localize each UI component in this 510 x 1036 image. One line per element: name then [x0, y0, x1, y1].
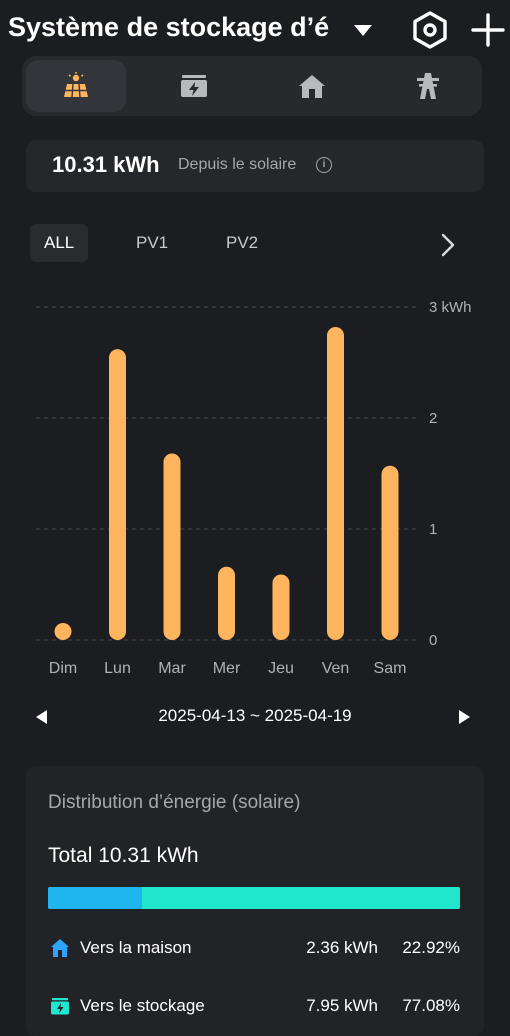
home-share-segment — [48, 887, 143, 909]
row-kwh: 7.95 kWh — [306, 996, 378, 1015]
row-percent: 77.08% — [402, 996, 460, 1015]
x-tick-label: Ven — [322, 660, 350, 677]
row-to-storage: Vers le stockage 7.95 kWh 77.08% — [48, 992, 460, 1020]
system-title[interactable]: Système de stockage d’é — [8, 12, 348, 43]
distribution-bar — [48, 887, 460, 909]
tab-home[interactable] — [262, 60, 362, 112]
tab-storage[interactable] — [144, 60, 244, 112]
y-tick-label: 0 — [429, 632, 437, 649]
info-icon[interactable]: i — [316, 157, 332, 173]
pv-filter-tabs: ALL PV1 PV2 — [26, 224, 486, 264]
plus-icon[interactable] — [470, 12, 506, 48]
x-tick-label: Mer — [213, 660, 241, 677]
solar-bar-chart: 0 1 2 3 kWh Dim Lun Mar Mer Jeu Ven Sam — [36, 299, 472, 677]
row-label: Vers le stockage — [80, 996, 205, 1015]
bar-sam[interactable] — [381, 465, 399, 640]
battery-icon — [51, 998, 69, 1015]
tab-solar[interactable] — [26, 60, 126, 112]
row-to-home: Vers la maison 2.36 kWh 22.92% — [48, 934, 460, 962]
bar-lun[interactable] — [109, 349, 126, 640]
power-tower-icon — [417, 73, 439, 99]
x-tick-label: Lun — [104, 660, 131, 677]
chevron-right-icon[interactable] — [438, 232, 458, 258]
x-tick-label: Mar — [158, 660, 186, 677]
storage-share-segment — [142, 887, 460, 909]
row-percent: 22.92% — [402, 938, 460, 957]
tab-pv2[interactable]: PV2 — [212, 224, 272, 262]
app-header: Système de stockage d’é — [0, 0, 510, 64]
y-tick-label: 1 — [429, 521, 437, 538]
energy-distribution-card: Distribution d’énergie (solaire) Total 1… — [26, 766, 484, 1036]
solar-total-label: Depuis le solaire — [178, 156, 297, 173]
tab-grid[interactable] — [378, 60, 478, 112]
distribution-total: Total 10.31 kWh — [48, 844, 199, 867]
row-label: Vers la maison — [80, 938, 192, 957]
x-tick-label: Sam — [374, 660, 407, 677]
date-range: 2025-04-13 ~ 2025-04-19 — [158, 706, 352, 725]
bar-dim[interactable] — [54, 623, 72, 640]
x-tick-label: Jeu — [268, 660, 294, 677]
x-tick-label: Dim — [49, 660, 77, 677]
date-navigation: 2025-04-13 ~ 2025-04-19 — [0, 700, 510, 734]
bar-mer[interactable] — [218, 566, 235, 640]
tab-pv1[interactable]: PV1 — [122, 224, 182, 262]
y-tick-label: 3 kWh — [429, 299, 472, 316]
solar-summary: 10.31 kWh Depuis le solaire i — [26, 140, 484, 192]
house-icon — [51, 939, 69, 957]
tab-all[interactable]: ALL — [30, 224, 89, 262]
energy-source-tabs — [22, 56, 482, 116]
bar-ven[interactable] — [327, 326, 344, 640]
bar-jeu[interactable] — [272, 574, 290, 640]
next-week-icon[interactable] — [456, 709, 472, 725]
house-icon — [299, 75, 325, 98]
bar-mar[interactable] — [163, 453, 181, 640]
solar-total-value: 10.31 kWh — [52, 152, 160, 177]
solar-panel-icon — [64, 72, 88, 98]
distribution-heading: Distribution d’énergie (solaire) — [48, 792, 301, 813]
hex-settings-icon[interactable] — [410, 10, 450, 50]
y-tick-label: 2 — [429, 410, 437, 427]
row-kwh: 2.36 kWh — [306, 938, 378, 957]
battery-icon — [181, 75, 207, 97]
chevron-down-icon[interactable] — [352, 22, 374, 38]
